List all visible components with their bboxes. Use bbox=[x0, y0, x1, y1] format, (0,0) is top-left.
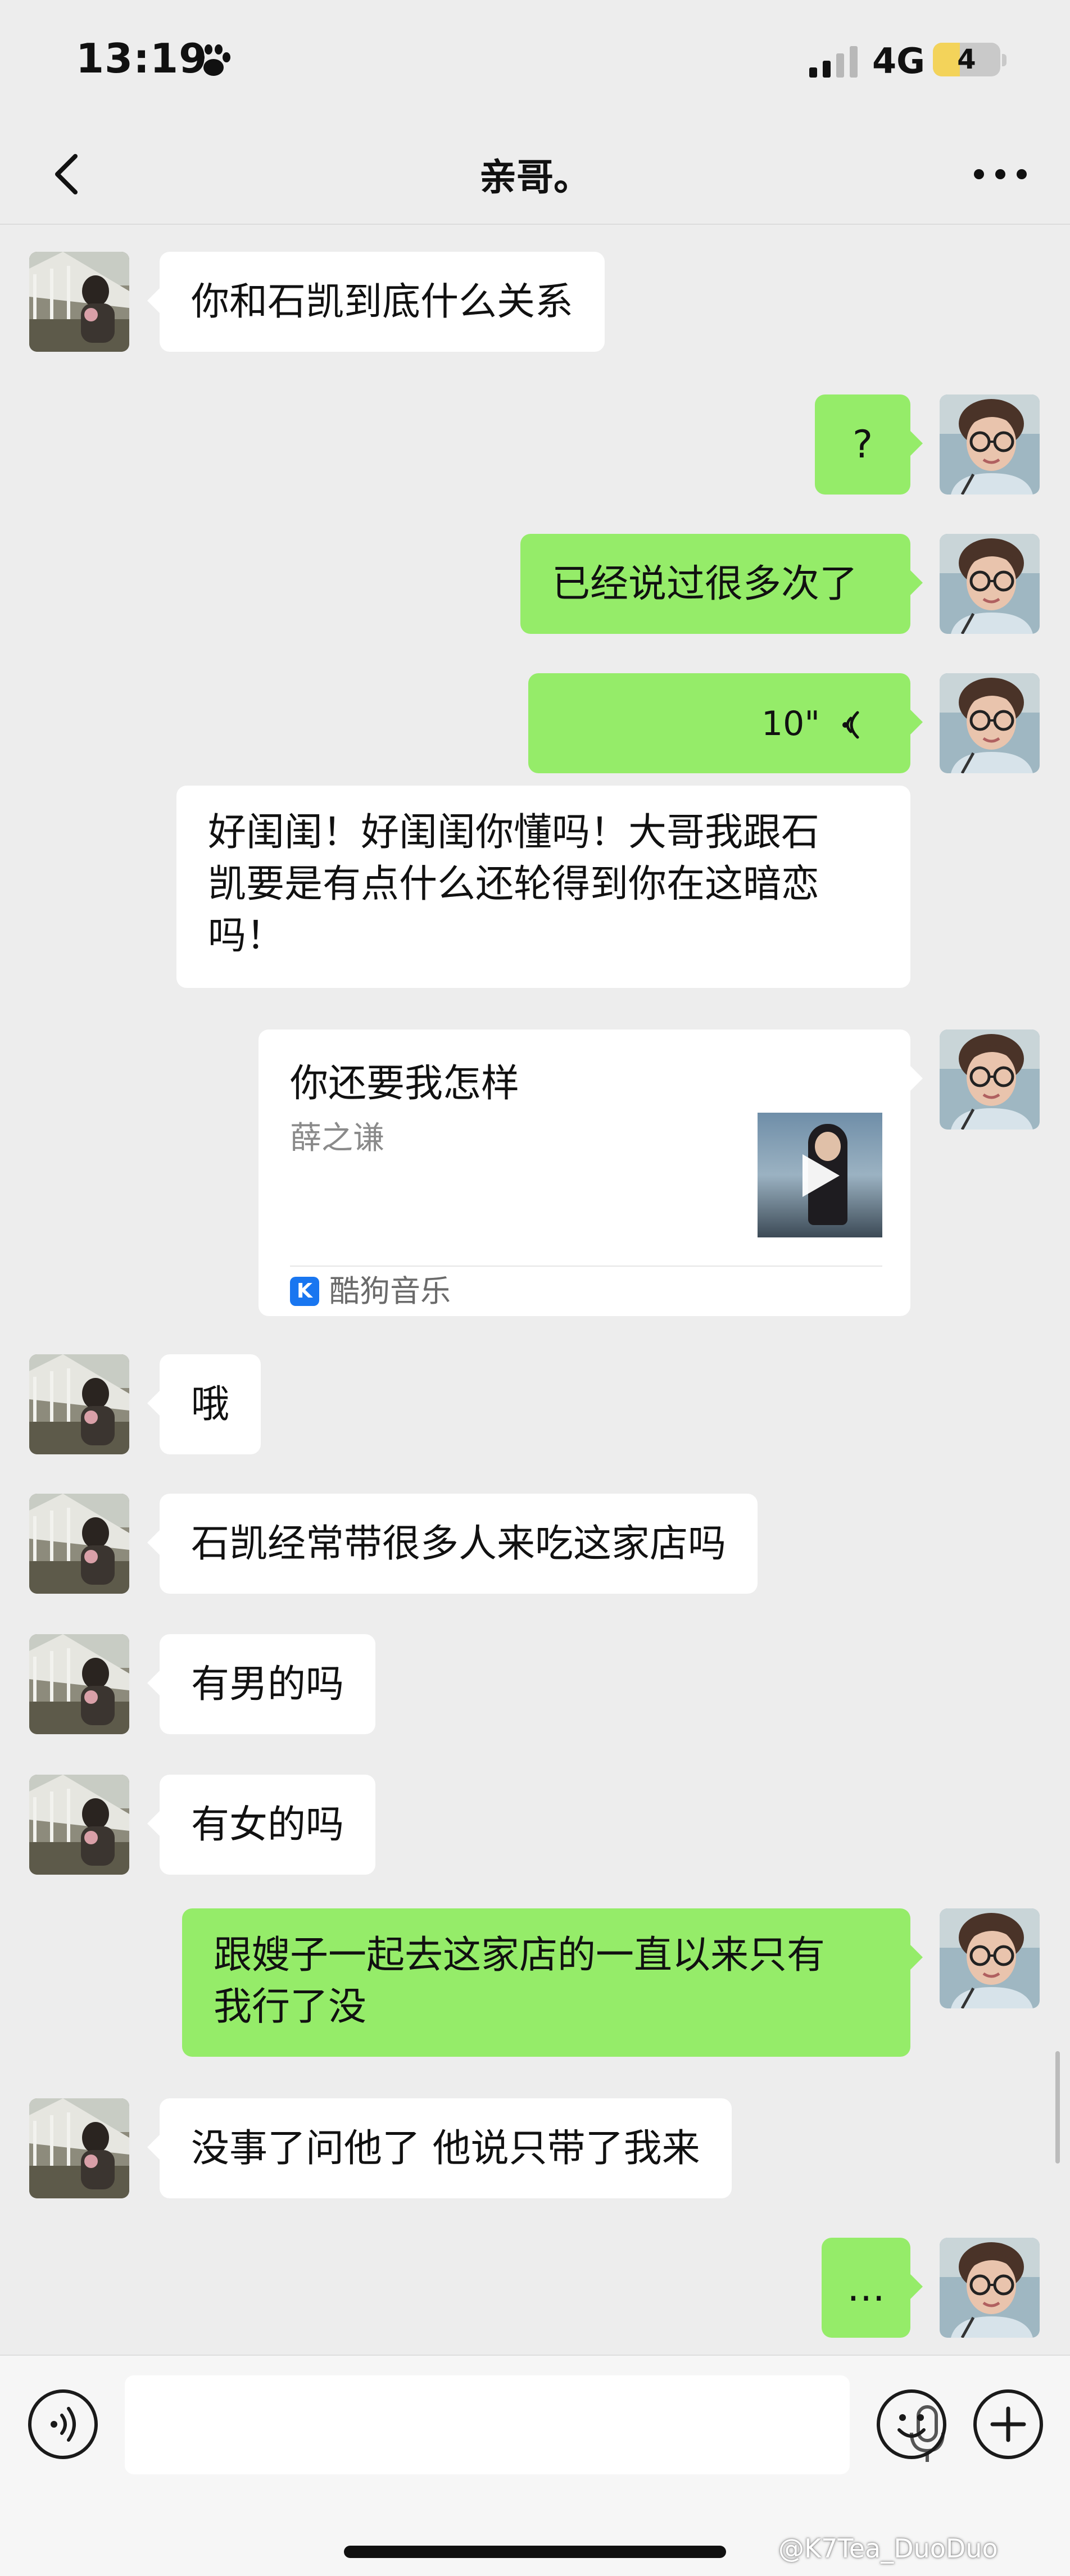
message-text: 有男的吗 bbox=[191, 1662, 344, 1707]
bubble-tail bbox=[147, 1671, 160, 1695]
message-bubble[interactable]: ? bbox=[815, 394, 910, 495]
message-line: 跟嫂子一起去这家店的一直以来只有 bbox=[214, 1933, 826, 1978]
paw-icon bbox=[197, 44, 230, 76]
battery-indicator: 4 bbox=[933, 43, 1000, 76]
my-avatar[interactable] bbox=[940, 2238, 1040, 2338]
my-avatar[interactable] bbox=[940, 1908, 1040, 2008]
message-line: 好闺闺！好闺闺你懂吗！大哥我跟石 bbox=[208, 810, 820, 855]
song-artist: 薛之谦 bbox=[290, 1120, 384, 1157]
contact-avatar[interactable] bbox=[29, 1634, 129, 1734]
bubble-tail bbox=[910, 2274, 923, 2299]
plus-icon[interactable] bbox=[973, 2389, 1043, 2459]
bubble-tail bbox=[910, 1945, 923, 1970]
battery-percent: 4 bbox=[957, 44, 976, 75]
my-avatar[interactable] bbox=[940, 673, 1040, 773]
message-line: 凯要是有点什么还轮得到你在这暗恋 bbox=[208, 862, 820, 906]
voice-input-icon[interactable] bbox=[28, 2389, 98, 2459]
signal-icon bbox=[809, 46, 858, 78]
song-title: 你还要我怎样 bbox=[290, 1062, 520, 1106]
smile-face-icon bbox=[897, 2414, 926, 2438]
album-thumbnail bbox=[758, 1113, 882, 1237]
my-avatar[interactable] bbox=[940, 534, 1040, 634]
emoji-icon[interactable] bbox=[877, 2389, 946, 2459]
message-bubble[interactable]: … bbox=[822, 2238, 910, 2338]
contact-avatar[interactable] bbox=[29, 1354, 129, 1454]
card-divider bbox=[290, 1266, 882, 1267]
message-text: 哦 bbox=[191, 1382, 230, 1427]
message-text: 已经说过很多次了 bbox=[552, 562, 858, 606]
bubble-tail bbox=[147, 2135, 160, 2160]
message-text: 没事了问他了 他说只带了我来 bbox=[191, 2126, 700, 2171]
plus-glyph-icon bbox=[990, 2406, 1026, 2442]
app-source-label: 酷狗音乐 bbox=[329, 1273, 451, 1309]
message-text: … bbox=[847, 2266, 885, 2310]
voice-duration: 10" bbox=[761, 704, 820, 743]
network-type: 4G bbox=[872, 40, 926, 81]
message-text: ? bbox=[852, 423, 873, 467]
message-bubble[interactable]: 跟嫂子一起去这家店的一直以来只有 我行了没 bbox=[182, 1908, 910, 2057]
contact-avatar[interactable] bbox=[29, 1775, 129, 1875]
voice-wave-icon bbox=[51, 2407, 76, 2442]
watermark: @K7Tea_DuoDuo bbox=[778, 2533, 998, 2564]
contact-avatar[interactable] bbox=[29, 2098, 129, 2198]
home-indicator[interactable] bbox=[344, 2546, 726, 2558]
message-line: 吗！ bbox=[208, 914, 285, 958]
contact-avatar[interactable] bbox=[29, 1494, 129, 1594]
message-bubble[interactable]: 好闺闺！好闺闺你懂吗！大哥我跟石 凯要是有点什么还轮得到你在这暗恋 吗！ bbox=[176, 786, 910, 988]
more-dots-icon[interactable] bbox=[972, 167, 1028, 181]
bubble-tail bbox=[147, 1811, 160, 1836]
message-input[interactable] bbox=[125, 2375, 945, 2474]
bubble-tail bbox=[147, 1391, 160, 1416]
message-bubble[interactable]: 已经说过很多次了 bbox=[520, 534, 910, 634]
message-text: 石凯经常带很多人来吃这家店吗 bbox=[191, 1522, 727, 1566]
message-bubble[interactable]: 没事了问他了 他说只带了我来 bbox=[160, 2098, 732, 2198]
message-bubble[interactable]: 哦 bbox=[160, 1354, 261, 1454]
voice-message-bubble[interactable]: 10" bbox=[528, 673, 910, 773]
bubble-tail bbox=[147, 1530, 160, 1555]
scrollbar[interactable] bbox=[1055, 2051, 1060, 2164]
play-icon bbox=[802, 1154, 840, 1197]
status-bar: 13:19 4G 4 bbox=[0, 0, 1070, 124]
bubble-tail bbox=[910, 710, 923, 734]
status-time: 13:19 bbox=[76, 35, 208, 82]
message-text: 你和石凯到底什么关系 bbox=[191, 280, 574, 324]
bubble-tail bbox=[910, 570, 923, 595]
message-bubble[interactable]: 有男的吗 bbox=[160, 1634, 376, 1734]
chat-title: 亲哥。 bbox=[479, 156, 591, 199]
my-avatar[interactable] bbox=[940, 394, 1040, 495]
message-bubble[interactable]: 有女的吗 bbox=[160, 1775, 376, 1875]
voice-wave-icon bbox=[842, 711, 859, 739]
battery-tip bbox=[1002, 54, 1006, 66]
my-avatar[interactable] bbox=[940, 1030, 1040, 1130]
chat-header: 亲哥。 bbox=[0, 124, 1070, 225]
contact-avatar[interactable] bbox=[29, 252, 129, 352]
message-line: 我行了没 bbox=[214, 1985, 367, 2029]
message-text: 有女的吗 bbox=[191, 1803, 344, 1847]
message-bubble[interactable]: 你和石凯到底什么关系 bbox=[160, 252, 605, 352]
bubble-tail bbox=[910, 431, 923, 456]
kugou-icon: K bbox=[290, 1277, 319, 1306]
message-bubble[interactable]: 石凯经常带很多人来吃这家店吗 bbox=[160, 1494, 758, 1594]
music-share-card[interactable]: 你还要我怎样 薛之谦 K 酷狗音乐 bbox=[259, 1030, 910, 1316]
bubble-tail bbox=[147, 288, 160, 313]
bubble-tail bbox=[910, 1066, 923, 1091]
